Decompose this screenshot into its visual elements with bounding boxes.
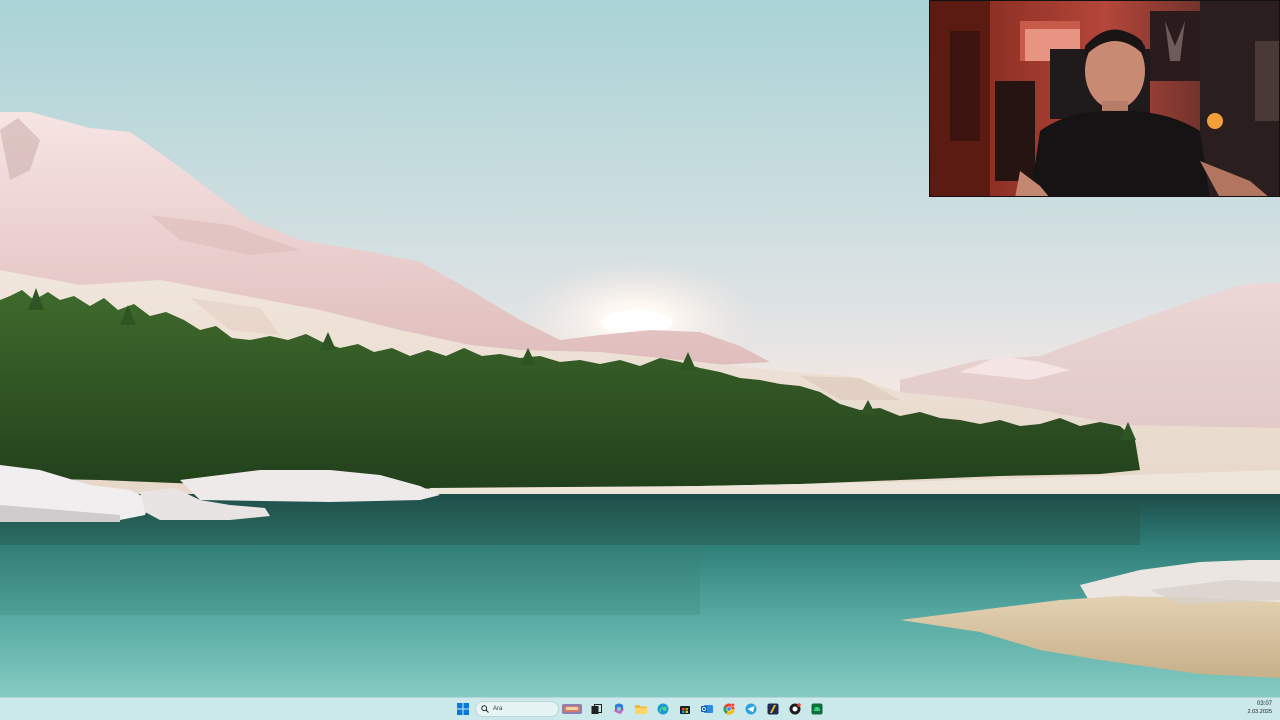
windows-logo-icon (457, 703, 469, 715)
task-view-button[interactable] (588, 701, 604, 717)
edge-button[interactable] (655, 701, 671, 717)
chrome-button[interactable] (721, 701, 737, 717)
mail-icon (701, 705, 713, 713)
webcam-overlay (929, 0, 1280, 197)
telegram-icon (745, 703, 757, 715)
app-icon (767, 703, 779, 715)
edge-icon (657, 703, 669, 715)
task-view-icon (591, 703, 602, 714)
file-explorer-button[interactable] (633, 701, 649, 717)
copilot-button[interactable] (611, 701, 627, 717)
android-app-button[interactable] (809, 701, 825, 717)
copilot-icon (614, 703, 624, 714)
search-placeholder: Ara (493, 706, 503, 712)
store-icon (680, 706, 690, 714)
android-icon (811, 703, 823, 715)
search-icon (481, 705, 489, 713)
taskbar: Ara 03:07 2.03.2025 (0, 697, 1280, 720)
record-icon (789, 703, 801, 715)
chrome-icon (723, 703, 735, 715)
pinned-app-button[interactable] (765, 701, 781, 717)
news-widget[interactable] (562, 701, 582, 717)
obs-button[interactable] (787, 701, 803, 717)
telegram-button[interactable] (743, 701, 759, 717)
outlook-button[interactable] (699, 701, 715, 717)
clock-date: 2.03.2025 (1247, 709, 1272, 715)
start-button[interactable] (455, 701, 471, 717)
microsoft-store-button[interactable] (677, 701, 693, 717)
weather-widget-icon (562, 704, 582, 714)
folder-icon (635, 705, 647, 714)
streamer-camera-feed (930, 1, 1279, 196)
search-input[interactable]: Ara (475, 701, 559, 717)
clock-time: 03:07 (1256, 701, 1272, 707)
desktop (0, 0, 1280, 697)
system-clock[interactable]: 03:07 2.03.2025 (1248, 700, 1272, 716)
